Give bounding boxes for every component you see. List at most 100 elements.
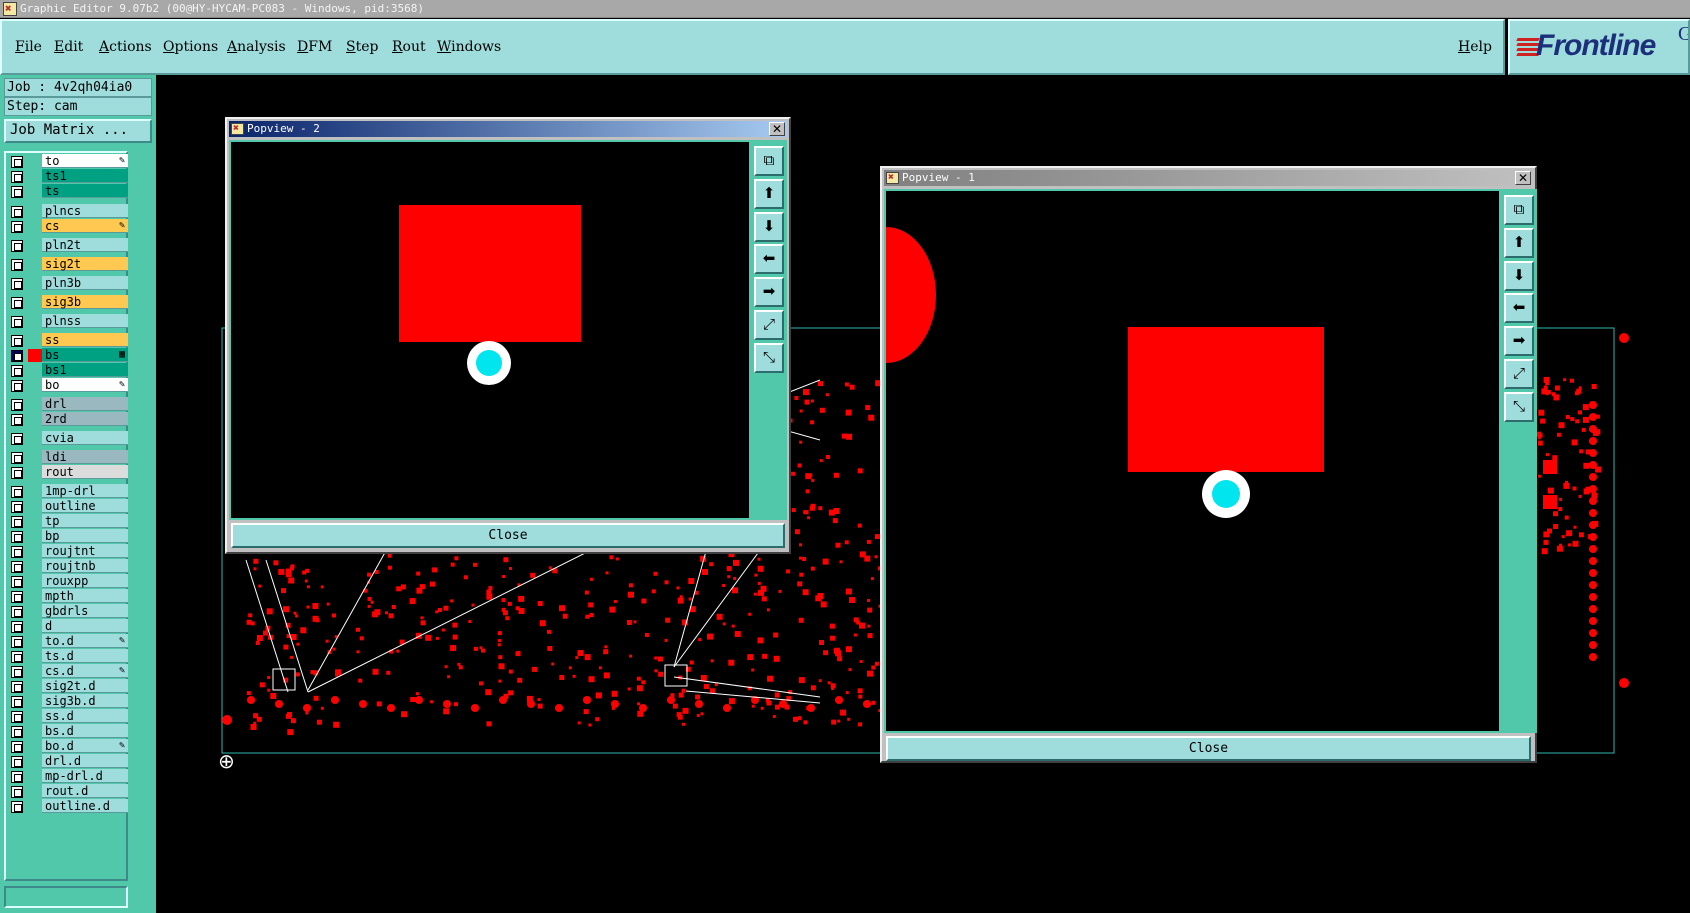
- layer-row-rouxpp[interactable]: rouxpp: [6, 574, 128, 589]
- layer-name[interactable]: outline: [42, 499, 128, 513]
- layer-name[interactable]: drl.d: [42, 754, 128, 768]
- layer-row-rout[interactable]: rout: [6, 465, 128, 480]
- layer-name[interactable]: 2rd: [42, 412, 128, 426]
- layer-name[interactable]: to.d ✎: [42, 634, 128, 648]
- zoom-out-icon[interactable]: ⤡: [1504, 392, 1534, 422]
- layer-row-drl[interactable]: drl: [6, 397, 128, 412]
- layer-row-cs.d[interactable]: cs.d ✎: [6, 664, 128, 679]
- layer-name[interactable]: ss.d: [42, 709, 128, 723]
- layer-name[interactable]: plncs: [42, 204, 128, 218]
- menu-analysis[interactable]: Analysis: [227, 39, 286, 55]
- popview-1-titlebar[interactable]: Popview - 1 ✕: [884, 170, 1533, 186]
- zoom-in-icon[interactable]: ⤢: [1504, 359, 1534, 389]
- layer-row-ts.d[interactable]: ts.d: [6, 649, 128, 664]
- layer-checkbox[interactable]: [11, 156, 23, 168]
- layer-row-d[interactable]: d: [6, 619, 128, 634]
- layer-checkbox[interactable]: [11, 433, 23, 445]
- layer-row-sig2t.d[interactable]: sig2t.d: [6, 679, 128, 694]
- zoom-home-icon[interactable]: ⧉: [1504, 195, 1534, 225]
- zoom-out-icon[interactable]: ⤡: [754, 343, 784, 373]
- layer-checkbox[interactable]: [11, 335, 23, 347]
- layer-name[interactable]: sig3b: [42, 295, 128, 309]
- layer-checkbox[interactable]: [11, 636, 23, 648]
- layer-checkbox[interactable]: [11, 221, 23, 233]
- layer-checkbox[interactable]: [11, 651, 23, 663]
- layer-checkbox[interactable]: [11, 786, 23, 798]
- popview-1-view[interactable]: [884, 189, 1501, 733]
- layer-row-to[interactable]: to ✎: [6, 154, 128, 169]
- layer-row-2rd[interactable]: 2rd: [6, 412, 128, 427]
- layer-checkbox[interactable]: [11, 726, 23, 738]
- layer-checkbox[interactable]: [11, 380, 23, 392]
- layer-name[interactable]: pln2t: [42, 238, 128, 252]
- layer-name[interactable]: pln3b: [42, 276, 128, 290]
- layer-row-drl.d[interactable]: drl.d: [6, 754, 128, 769]
- pan-right-icon[interactable]: ➡: [754, 277, 784, 307]
- layer-name[interactable]: bo.d ✎: [42, 739, 128, 753]
- layer-row-pln3b[interactable]: pln3b: [6, 276, 128, 291]
- layer-row-mpth[interactable]: mpth: [6, 589, 128, 604]
- layer-name[interactable]: rout: [42, 465, 128, 479]
- layer-row-bo.d[interactable]: bo.d ✎: [6, 739, 128, 754]
- layer-checkbox[interactable]: [11, 486, 23, 498]
- popview-2-titlebar[interactable]: Popview - 2 ✕: [229, 121, 787, 137]
- job-matrix-button[interactable]: Job Matrix ...: [4, 119, 152, 143]
- pan-up-icon[interactable]: ⬆: [1504, 228, 1534, 258]
- layer-checkbox[interactable]: [11, 206, 23, 218]
- layer-checkbox[interactable]: [11, 606, 23, 618]
- pan-up-icon[interactable]: ⬆: [754, 179, 784, 209]
- layer-row-outline.d[interactable]: outline.d: [6, 799, 128, 814]
- layer-name[interactable]: roujtnt: [42, 544, 128, 558]
- layer-name[interactable]: ss: [42, 333, 128, 347]
- layer-name[interactable]: bs1: [42, 363, 128, 377]
- popview-1-close-icon[interactable]: ✕: [1515, 171, 1531, 185]
- layer-row-outline[interactable]: outline: [6, 499, 128, 514]
- layer-row-sig3b[interactable]: sig3b: [6, 295, 128, 310]
- layer-checkbox[interactable]: [11, 399, 23, 411]
- layer-row-roujtnt[interactable]: roujtnt: [6, 544, 128, 559]
- layer-row-bs1[interactable]: bs1: [6, 363, 128, 378]
- layer-checkbox[interactable]: [11, 297, 23, 309]
- layer-checkbox[interactable]: [11, 350, 23, 362]
- layer-checkbox[interactable]: [11, 516, 23, 528]
- layer-checkbox[interactable]: [11, 316, 23, 328]
- layer-row-bo[interactable]: bo ✎: [6, 378, 128, 393]
- layer-name[interactable]: rouxpp: [42, 574, 128, 588]
- layer-name[interactable]: bp: [42, 529, 128, 543]
- layer-checkbox[interactable]: [11, 546, 23, 558]
- menu-help[interactable]: Help: [1458, 39, 1492, 55]
- layer-checkbox[interactable]: [11, 501, 23, 513]
- layer-name[interactable]: sig2t.d: [42, 679, 128, 693]
- layer-row-sig3b.d[interactable]: sig3b.d: [6, 694, 128, 709]
- layer-checkbox[interactable]: [11, 452, 23, 464]
- zoom-in-icon[interactable]: ⤢: [754, 310, 784, 340]
- layer-name[interactable]: cvia: [42, 431, 128, 445]
- layer-checkbox[interactable]: [11, 531, 23, 543]
- layer-name[interactable]: drl: [42, 397, 128, 411]
- layer-name[interactable]: to ✎: [42, 154, 128, 168]
- popview-2-close-button[interactable]: Close: [231, 523, 785, 548]
- layer-name[interactable]: outline.d: [42, 799, 128, 813]
- layer-checkbox[interactable]: [11, 240, 23, 252]
- layer-name[interactable]: plnss: [42, 314, 128, 328]
- layer-row-bs.d[interactable]: bs.d: [6, 724, 128, 739]
- layer-name[interactable]: bs.d: [42, 724, 128, 738]
- layer-name[interactable]: bs ▦: [42, 348, 128, 362]
- layer-row-cvia[interactable]: cvia: [6, 431, 128, 446]
- layer-name[interactable]: cs.d ✎: [42, 664, 128, 678]
- layer-name[interactable]: tp: [42, 514, 128, 528]
- layer-name[interactable]: roujtnb: [42, 559, 128, 573]
- layer-row-ts1[interactable]: ts1: [6, 169, 128, 184]
- layer-row-tp[interactable]: tp: [6, 514, 128, 529]
- layer-checkbox[interactable]: [11, 741, 23, 753]
- layer-row-bp[interactable]: bp: [6, 529, 128, 544]
- popview-2-view[interactable]: [229, 140, 751, 520]
- layer-checkbox[interactable]: [11, 365, 23, 377]
- layer-row-bs[interactable]: bs ▦: [6, 348, 128, 363]
- layer-name[interactable]: sig2t: [42, 257, 128, 271]
- layer-name[interactable]: gbdrls: [42, 604, 128, 618]
- pan-right-icon[interactable]: ➡: [1504, 326, 1534, 356]
- layer-checkbox[interactable]: [11, 186, 23, 198]
- layer-row-ss.d[interactable]: ss.d: [6, 709, 128, 724]
- layer-checkbox[interactable]: [11, 591, 23, 603]
